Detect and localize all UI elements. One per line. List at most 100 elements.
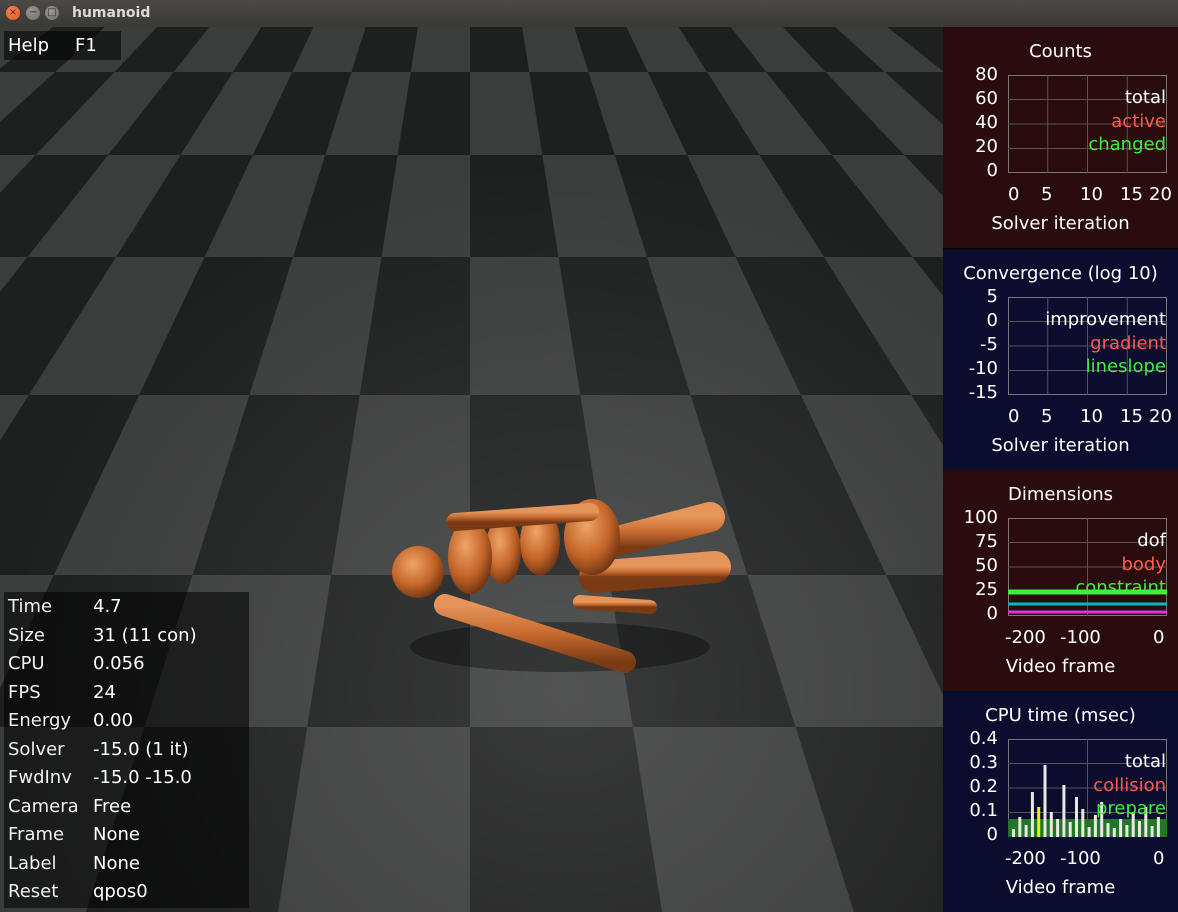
info-label: FwdInv [8,767,72,788]
info-row-solver: Solver -15.0 (1 it) [8,737,248,765]
info-row-energy: Energy 0.00 [8,708,248,736]
info-row-size: Size 31 (11 con) [8,623,248,651]
window-title: humanoid [72,5,151,21]
y-tick-label: 20 [975,136,998,157]
x-axis-title: Solver iteration [991,213,1130,234]
series-bar [1150,826,1154,837]
series-bar [1043,765,1047,837]
panel-title: Convergence (log 10) [963,263,1158,284]
series-bar [1037,807,1041,837]
info-label: Size [8,624,45,646]
x-axis-title: Video frame [1005,877,1116,898]
profiler-panels: Counts 80 60 40 20 0 0 5 10 15 20 Solver iteration t… [943,27,1178,912]
y-tick-label: 80 [975,64,998,85]
title-bar[interactable]: × − □ humanoid [0,0,1178,28]
info-row-camera: Camera Free [8,794,248,822]
x-tick-label: 10 [1080,406,1103,427]
panel-title: Counts [1029,41,1092,62]
info-label: FPS [8,681,41,703]
info-label: Energy [8,710,72,731]
series-bar [1125,825,1129,837]
info-label: Reset [8,881,59,902]
x-tick-label: 5 [1041,406,1053,427]
series-bar [1087,827,1091,837]
panel-counts: Counts 80 60 40 20 0 0 5 10 15 20 Solver iteration t… [943,27,1178,248]
series-bar [1112,828,1116,837]
series-bar [1106,823,1110,837]
legend-entry: improvement [1045,309,1166,330]
y-tick-label: 60 [975,88,998,109]
x-tick-label: 0 [1153,627,1165,648]
x-tick-label: 20 [1149,406,1172,427]
info-value: 4.7 [93,596,122,617]
x-axis-title: Video frame [1005,656,1116,677]
legend-entry: collision [1093,774,1166,796]
panel-convergence: Convergence (log 10) 5 0 -5 -10 -15 0 5 10 15 20 So… [943,249,1178,470]
y-tick-label: 0.4 [969,728,998,749]
info-value: 24 [93,681,116,703]
help-overlay: Help F1 [4,31,121,60]
y-tick-label: 25 [975,579,998,600]
info-row-reset: Reset qpos0 [8,879,248,907]
y-tick-label: 40 [975,112,998,133]
panel-dimensions: Dimensions 100 75 50 25 0 -200 -100 0 Video frame… [943,470,1178,691]
panel-title: CPU time (msec) [985,705,1136,726]
series-bar [1138,821,1141,837]
info-row-cpu: CPU 0.056 [8,651,248,679]
info-overlay: Time 4.7 Size 31 (11 con) CPU 0.056 FPS 24 Energ… [4,592,249,908]
info-value: None [93,824,140,845]
legend-entry: changed [1088,134,1166,155]
info-row-label: Label None [8,851,248,879]
series-bar [1119,819,1123,837]
info-label: Solver [8,738,65,760]
legend-entry: lineslope [1085,356,1166,377]
help-key: Help [8,35,50,56]
x-tick-label: 20 [1149,184,1172,205]
info-value: 31 (11 con) [93,624,197,646]
app-window: × − □ humanoid Help F1 Time 4.7 Size 31 … [0,0,1178,912]
panel-title: Dimensions [1007,484,1114,505]
close-button[interactable]: × [6,6,20,20]
y-tick-label: -5 [980,334,998,355]
x-tick-label: -100 [1060,627,1101,648]
legend-entry: constraint [1075,577,1166,598]
y-tick-label: 0 [986,824,998,845]
x-tick-label: 0 [1153,848,1165,869]
series-bar [1012,829,1015,837]
info-row-fps: FPS 24 [8,680,248,708]
minimize-icon: − [28,7,38,18]
info-label: CPU [8,653,45,674]
x-tick-label: 15 [1120,406,1143,427]
y-tick-label: 100 [963,507,998,528]
legend-entry: dof [1137,530,1166,551]
help-shortcut: F1 [75,35,97,56]
y-tick-label: 0.3 [969,752,998,773]
x-tick-label: 0 [1008,184,1020,205]
info-label: Label [8,852,57,874]
maximize-icon: □ [47,7,57,18]
y-tick-label: 0.2 [969,776,998,797]
series-bar [1030,792,1034,837]
x-axis-title: Solver iteration [991,435,1130,456]
y-tick-label: 75 [975,531,998,552]
info-row-frame: Frame None [8,822,248,850]
y-tick-label: 0 [986,603,998,624]
panel-cpu: CPU time (msec) 0.4 0.3 0.2 0.1 0 -200 -100 0 Vid… [943,691,1178,912]
y-tick-label: 0 [986,310,998,331]
y-tick-label: 5 [986,286,998,307]
maximize-button[interactable]: □ [45,6,59,20]
info-row-time: Time 4.7 [8,594,248,622]
series-bar [1024,825,1028,837]
info-label: Time [8,596,53,617]
x-tick-label: -200 [1005,627,1046,648]
minimize-button[interactable]: − [26,6,40,20]
y-tick-label: -15 [968,382,998,403]
x-tick-label: -100 [1060,848,1101,869]
series-bar [1068,822,1072,837]
info-value: qpos0 [93,881,148,902]
x-tick-label: 15 [1120,184,1143,205]
legend-entry: total [1124,751,1166,772]
info-value: None [93,852,140,874]
legend-entry: body [1121,553,1166,575]
x-tick-label: 5 [1041,184,1053,205]
